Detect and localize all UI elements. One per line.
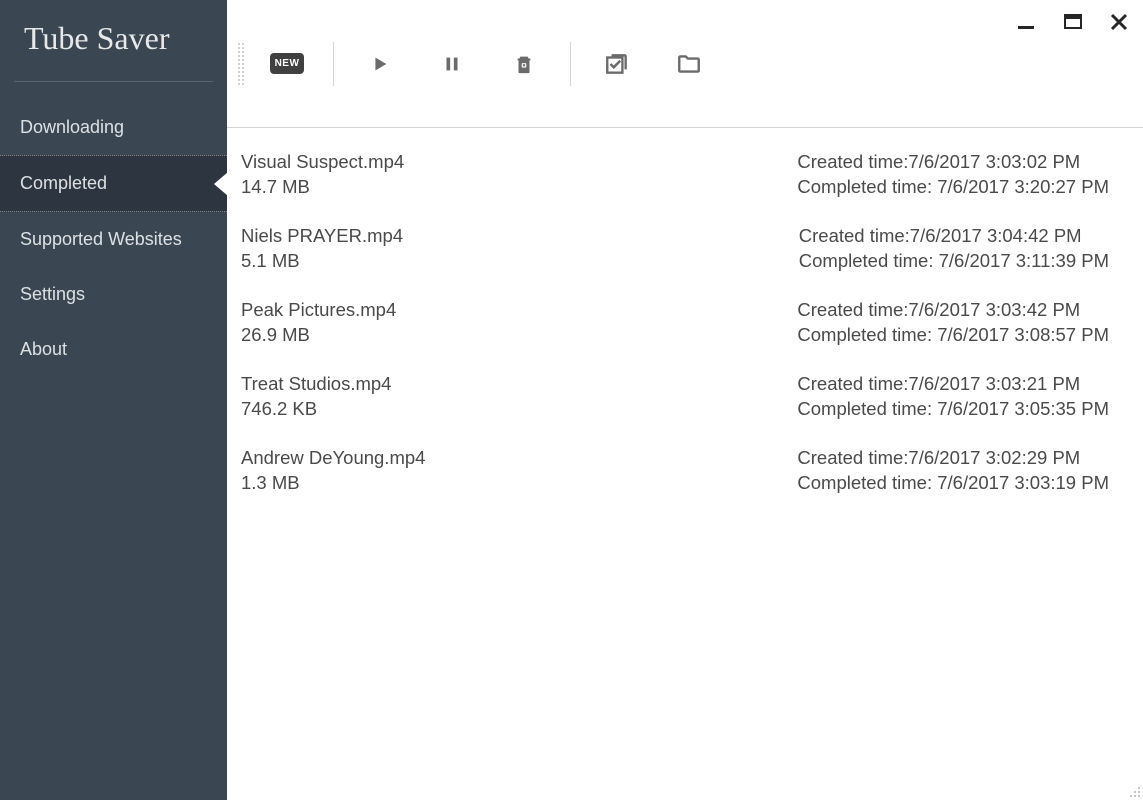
minimize-button[interactable] <box>1017 12 1037 32</box>
download-info: Visual Suspect.mp414.7 MB <box>241 150 404 200</box>
download-completed-time: Completed time: 7/6/2017 3:08:57 PM <box>797 323 1109 348</box>
sidebar-item-supported-websites[interactable]: Supported Websites <box>0 212 227 267</box>
download-created-time: Created time:7/6/2017 3:03:02 PM <box>797 150 1109 175</box>
download-info: Andrew DeYoung.mp41.3 MB <box>241 446 425 496</box>
download-row[interactable]: Visual Suspect.mp414.7 MB Created time:7/… <box>241 150 1109 200</box>
close-button[interactable] <box>1109 12 1129 32</box>
download-filename: Treat Studios.mp4 <box>241 372 391 397</box>
sidebar-item-downloading[interactable]: Downloading <box>0 100 227 155</box>
app-title: Tube Saver <box>0 0 227 81</box>
download-row[interactable]: Treat Studios.mp4746.2 KB Created time:7/… <box>241 372 1109 422</box>
download-list: Visual Suspect.mp414.7 MB Created time:7/… <box>227 128 1143 800</box>
folder-icon <box>676 51 702 77</box>
download-times: Created time:7/6/2017 3:03:21 PMComplete… <box>797 372 1109 422</box>
maximize-button[interactable] <box>1063 12 1083 32</box>
download-size: 14.7 MB <box>241 175 404 200</box>
download-completed-time: Completed time: 7/6/2017 3:20:27 PM <box>797 175 1109 200</box>
trash-icon <box>513 52 535 76</box>
pause-button[interactable] <box>424 42 480 86</box>
new-button[interactable]: NEW <box>259 42 315 86</box>
download-times: Created time:7/6/2017 3:02:29 PMComplete… <box>797 446 1109 496</box>
delete-button[interactable] <box>496 42 552 86</box>
download-size: 1.3 MB <box>241 471 425 496</box>
sidebar: Tube Saver Downloading Completed Support… <box>0 0 227 800</box>
download-row[interactable]: Andrew DeYoung.mp41.3 MB Created time:7/6… <box>241 446 1109 496</box>
download-info: Niels PRAYER.mp45.1 MB <box>241 224 403 274</box>
divider <box>14 81 213 82</box>
select-all-icon <box>604 51 630 77</box>
toolbar-separator <box>570 42 571 86</box>
download-filename: Peak Pictures.mp4 <box>241 298 396 323</box>
download-row[interactable]: Niels PRAYER.mp45.1 MB Created time:7/6/2… <box>241 224 1109 274</box>
download-created-time: Created time:7/6/2017 3:04:42 PM <box>799 224 1109 249</box>
sidebar-item-about[interactable]: About <box>0 322 227 377</box>
download-size: 5.1 MB <box>241 249 403 274</box>
download-size: 746.2 KB <box>241 397 391 422</box>
download-filename: Andrew DeYoung.mp4 <box>241 446 425 471</box>
download-completed-time: Completed time: 7/6/2017 3:11:39 PM <box>799 249 1109 274</box>
download-times: Created time:7/6/2017 3:03:02 PMComplete… <box>797 150 1109 200</box>
download-info: Treat Studios.mp4746.2 KB <box>241 372 391 422</box>
toolbar: NEW <box>227 0 1143 128</box>
play-button[interactable] <box>352 42 408 86</box>
download-created-time: Created time:7/6/2017 3:03:21 PM <box>797 372 1109 397</box>
pause-icon <box>441 53 463 75</box>
open-folder-button[interactable] <box>661 42 717 86</box>
sidebar-item-settings[interactable]: Settings <box>0 267 227 322</box>
toolbar-separator <box>333 42 334 86</box>
download-times: Created time:7/6/2017 3:04:42 PMComplete… <box>799 224 1109 274</box>
download-completed-time: Completed time: 7/6/2017 3:05:35 PM <box>797 397 1109 422</box>
play-icon <box>369 53 391 75</box>
download-created-time: Created time:7/6/2017 3:03:42 PM <box>797 298 1109 323</box>
sidebar-item-completed[interactable]: Completed <box>0 155 227 212</box>
download-filename: Niels PRAYER.mp4 <box>241 224 403 249</box>
download-row[interactable]: Peak Pictures.mp426.9 MB Created time:7/6… <box>241 298 1109 348</box>
window-controls <box>1017 12 1129 32</box>
new-icon: NEW <box>270 53 305 74</box>
download-created-time: Created time:7/6/2017 3:02:29 PM <box>797 446 1109 471</box>
download-size: 26.9 MB <box>241 323 396 348</box>
drag-handle[interactable] <box>237 42 245 86</box>
main-pane: NEW Visual Suspect.mp414.7 MB Created tim… <box>227 0 1143 800</box>
download-filename: Visual Suspect.mp4 <box>241 150 404 175</box>
select-all-button[interactable] <box>589 42 645 86</box>
download-times: Created time:7/6/2017 3:03:42 PMComplete… <box>797 298 1109 348</box>
download-completed-time: Completed time: 7/6/2017 3:03:19 PM <box>797 471 1109 496</box>
download-info: Peak Pictures.mp426.9 MB <box>241 298 396 348</box>
resize-grip-icon[interactable] <box>1125 782 1141 798</box>
